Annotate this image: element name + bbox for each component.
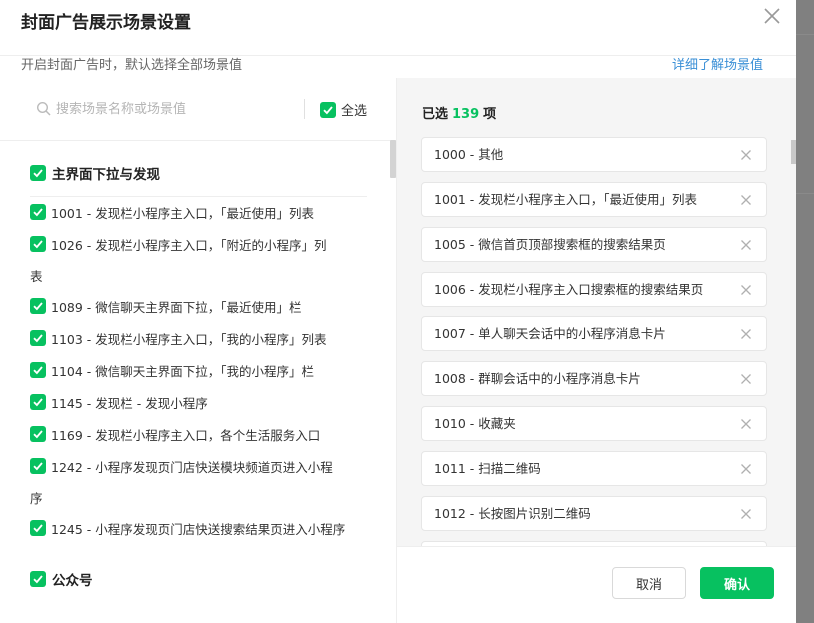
scene-item-label: 1103 - 发现栏小程序主入口，「我的小程序」列表 bbox=[51, 332, 327, 347]
selected-item: 1006 - 发现栏小程序主入口搜索框的搜索结果页 bbox=[421, 272, 767, 307]
checkbox-checked-icon bbox=[30, 394, 46, 410]
selected-count: 已选 139 项 bbox=[422, 103, 496, 122]
scene-item[interactable]: 1245 - 小程序发现页门店快送搜索结果页进入小程序 bbox=[30, 514, 370, 546]
scene-settings-dialog: 封面广告展示场景设置 开启封面广告时，默认选择全部场景值 详细了解场景值 全选 … bbox=[0, 0, 796, 623]
group-label: 主界面下拉与发现 bbox=[52, 167, 160, 183]
search-input[interactable] bbox=[56, 98, 296, 120]
remove-icon[interactable] bbox=[740, 239, 752, 251]
selected-item-label: 1001 - 发现栏小程序主入口，「最近使用」列表 bbox=[434, 192, 698, 207]
selected-item-label: 1012 - 长按图片识别二维码 bbox=[434, 506, 591, 521]
selected-item: 1011 - 扫描二维码 bbox=[421, 451, 767, 486]
close-icon[interactable] bbox=[760, 4, 784, 28]
scene-item[interactable]: 1026 - 发现栏小程序主入口，「附近的小程序」列 表 bbox=[30, 230, 370, 292]
selected-item-label: 1005 - 微信首页顶部搜索框的搜索结果页 bbox=[434, 237, 666, 252]
selected-item: 1008 - 群聊会话中的小程序消息卡片 bbox=[421, 361, 767, 396]
checkbox-checked-icon bbox=[30, 426, 46, 442]
checkbox-checked-icon bbox=[30, 204, 46, 220]
group-label: 公众号 bbox=[52, 573, 93, 589]
select-all-checkbox[interactable]: 全选 bbox=[320, 100, 367, 119]
checkbox-checked-icon bbox=[30, 458, 46, 474]
remove-icon[interactable] bbox=[740, 508, 752, 520]
scene-item[interactable]: 1242 - 小程序发现页门店快送模块频道页进入小程 序 bbox=[30, 452, 370, 514]
remove-icon[interactable] bbox=[740, 149, 752, 161]
confirm-button[interactable]: 确认 bbox=[700, 567, 774, 599]
scene-item-label: 1169 - 发现栏小程序主入口，各个生活服务入口 bbox=[51, 428, 321, 443]
header-divider bbox=[0, 55, 796, 56]
remove-icon[interactable] bbox=[740, 328, 752, 340]
scene-item[interactable]: 1089 - 微信聊天主界面下拉，「最近使用」栏 bbox=[30, 292, 370, 324]
checkbox-checked-icon bbox=[30, 330, 46, 346]
selected-prefix: 已选 bbox=[422, 107, 449, 122]
modal-backdrop bbox=[796, 0, 814, 623]
checkbox-checked-icon bbox=[30, 165, 46, 181]
selected-item-label: 1011 - 扫描二维码 bbox=[434, 461, 541, 476]
scene-item[interactable]: 1169 - 发现栏小程序主入口，各个生活服务入口 bbox=[30, 420, 370, 452]
group-checkbox-official-account[interactable]: 公众号 bbox=[30, 569, 93, 589]
selected-item: 1007 - 单人聊天会话中的小程序消息卡片 bbox=[421, 316, 767, 351]
group-divider bbox=[30, 196, 367, 197]
selected-item: 1000 - 其他 bbox=[421, 137, 767, 172]
selected-item: 1012 - 长按图片识别二维码 bbox=[421, 496, 767, 531]
search-divider bbox=[304, 99, 305, 119]
selected-suffix: 项 bbox=[483, 107, 497, 122]
scene-item[interactable]: 1104 - 微信聊天主界面下拉，「我的小程序」栏 bbox=[30, 356, 370, 388]
backdrop-line bbox=[796, 34, 814, 35]
scene-item-label-continued: 序 bbox=[30, 491, 43, 506]
scene-item[interactable]: 1145 - 发现栏 - 发现小程序 bbox=[30, 388, 370, 420]
select-all-label: 全选 bbox=[341, 104, 368, 119]
checkbox-checked-icon bbox=[30, 520, 46, 536]
remove-icon[interactable] bbox=[740, 194, 752, 206]
learn-more-link[interactable]: 详细了解场景值 bbox=[672, 57, 763, 75]
remove-icon[interactable] bbox=[740, 373, 752, 385]
selected-item: 1001 - 发现栏小程序主入口，「最近使用」列表 bbox=[421, 182, 767, 217]
backdrop-line bbox=[796, 193, 814, 194]
checkbox-checked-icon bbox=[30, 362, 46, 378]
remove-icon[interactable] bbox=[740, 418, 752, 430]
selected-item-label: 1007 - 单人聊天会话中的小程序消息卡片 bbox=[434, 326, 666, 341]
scene-item-label-continued: 表 bbox=[30, 269, 43, 284]
dialog-subtitle: 开启封面广告时，默认选择全部场景值 bbox=[21, 58, 243, 73]
scene-item-label: 1245 - 小程序发现页门店快送搜索结果页进入小程序 bbox=[51, 522, 346, 537]
checkbox-checked-icon bbox=[30, 236, 46, 252]
checkbox-checked-icon bbox=[30, 298, 46, 314]
selected-item: 1005 - 微信首页顶部搜索框的搜索结果页 bbox=[421, 227, 767, 262]
search-icon bbox=[36, 101, 51, 116]
scene-item-label: 1104 - 微信聊天主界面下拉，「我的小程序」栏 bbox=[51, 364, 315, 379]
scene-list-panel: 全选 主界面下拉与发现 1001 - 发现栏小程序主入口，「最近使用」列表 10… bbox=[0, 78, 397, 623]
search-bottom-divider bbox=[0, 140, 397, 141]
selected-item-label: 1008 - 群聊会话中的小程序消息卡片 bbox=[434, 371, 641, 386]
scene-item-label: 1242 - 小程序发现页门店快送模块频道页进入小程 bbox=[51, 460, 333, 475]
scene-item[interactable]: 1103 - 发现栏小程序主入口，「我的小程序」列表 bbox=[30, 324, 370, 356]
checkbox-checked-icon bbox=[320, 101, 336, 118]
selected-item-label: 1010 - 收藏夹 bbox=[434, 416, 516, 431]
scene-item-label: 1001 - 发现栏小程序主入口，「最近使用」列表 bbox=[51, 206, 315, 221]
remove-icon[interactable] bbox=[740, 463, 752, 475]
dialog-title: 封面广告展示场景设置 bbox=[21, 13, 191, 33]
selected-item-label: 1006 - 发现栏小程序主入口搜索框的搜索结果页 bbox=[434, 282, 704, 297]
group-checkbox-main[interactable]: 主界面下拉与发现 bbox=[30, 163, 160, 183]
scene-item-label: 1026 - 发现栏小程序主入口，「附近的小程序」列 bbox=[51, 238, 327, 253]
selected-count-number: 139 bbox=[452, 107, 480, 122]
remove-icon[interactable] bbox=[740, 284, 752, 296]
checkbox-checked-icon bbox=[30, 571, 46, 587]
scene-item-label: 1089 - 微信聊天主界面下拉，「最近使用」栏 bbox=[51, 300, 302, 315]
scene-item[interactable]: 1001 - 发现栏小程序主入口，「最近使用」列表 bbox=[30, 198, 370, 230]
cancel-button[interactable]: 取消 bbox=[612, 567, 686, 599]
selected-item: 1010 - 收藏夹 bbox=[421, 406, 767, 441]
scene-item-label: 1145 - 发现栏 - 发现小程序 bbox=[51, 396, 208, 411]
footer-divider bbox=[397, 546, 796, 547]
selected-item-label: 1000 - 其他 bbox=[434, 147, 504, 162]
right-scrollbar-thumb[interactable] bbox=[791, 140, 796, 164]
selected-scenes-panel: 已选 139 项 1000 - 其他 1001 - 发现栏小程序主入口，「最近使用」… bbox=[397, 78, 796, 546]
